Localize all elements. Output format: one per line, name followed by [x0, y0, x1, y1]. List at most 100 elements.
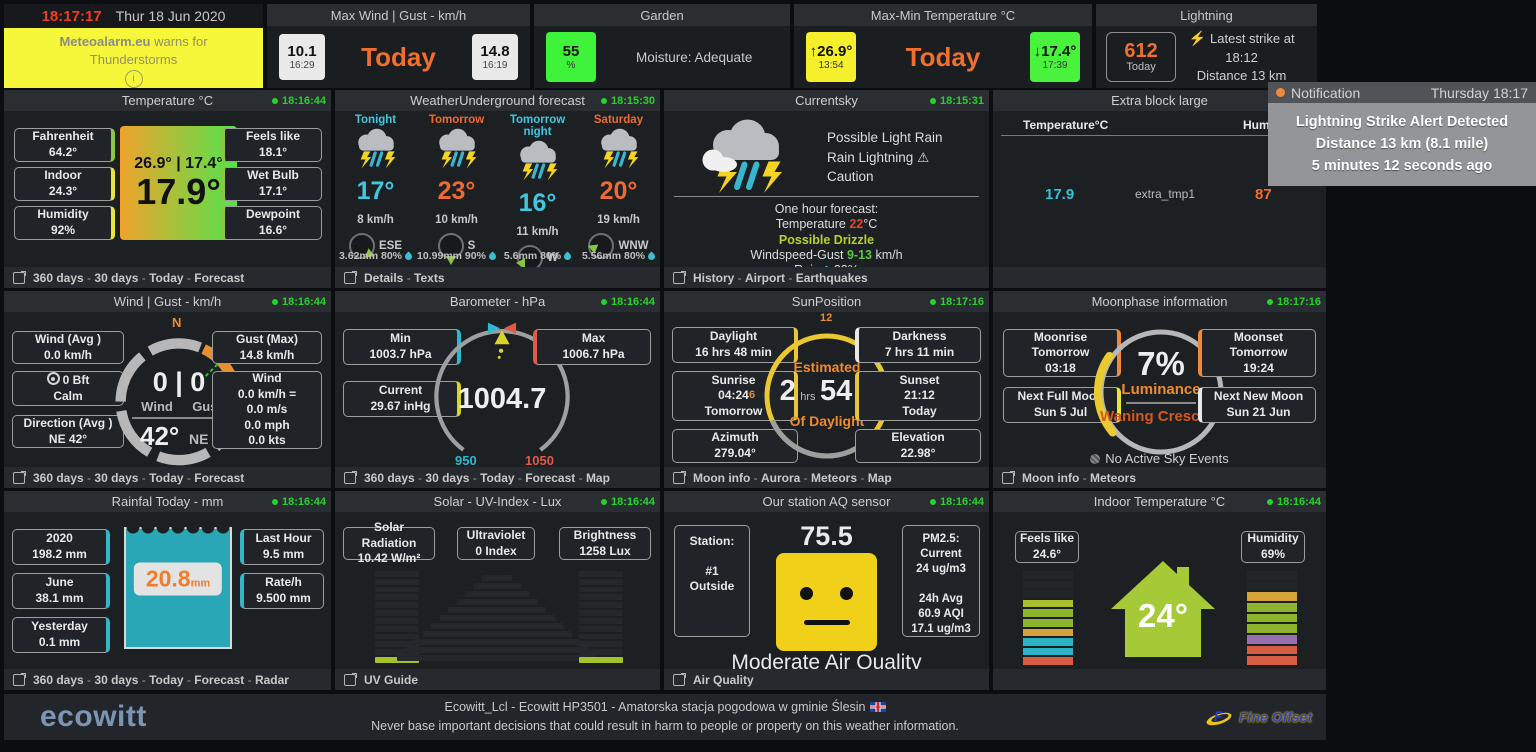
external-link-icon[interactable] [1002, 472, 1014, 484]
external-link-icon[interactable] [344, 472, 356, 484]
aq-panel: Our station AQ sensor 18:16:44 Station:#… [664, 491, 989, 690]
footer-link[interactable]: 30 days [94, 673, 138, 687]
rain-today-readout: 20.8mm [134, 562, 222, 595]
footer-text: Ecowitt_Lcl - Ecowitt HP3501 - Amatorska… [4, 698, 1326, 737]
live-dot [272, 98, 278, 104]
stat-moonset: MoonsetTomorrow 19:24 [1198, 329, 1316, 377]
moon-timestamp: 18:17:16 [1267, 291, 1321, 312]
external-link-icon[interactable] [13, 472, 25, 484]
external-link-icon[interactable] [13, 272, 25, 284]
footer-link[interactable]: Map [586, 471, 610, 485]
stat-elevation: Elevation22.98° [855, 429, 981, 463]
barometer-footer: 360 days - 30 days - Today - Forecast - … [335, 467, 660, 488]
min-temp-time: 17:39 [1042, 60, 1067, 71]
footer-link[interactable]: Today [149, 271, 183, 285]
alert-text: Meteoalarm.eu warns for [4, 33, 263, 51]
forecast-col-tomorrow: Tomorrow 23° 10 km/h S [416, 114, 497, 259]
footer-link[interactable]: Map [868, 471, 892, 485]
notification-title: Notification [1291, 85, 1425, 101]
stat-pm25: PM2.5:Current 24 ug/m3 24h Avg 60.9 AQI … [902, 525, 980, 637]
indoor-timestamp: 18:16:44 [1267, 491, 1321, 512]
solar-timestamp: 18:16:44 [601, 491, 655, 512]
currentsky-footer: History - Airport - Earthquakes [664, 267, 989, 288]
bar-segment [1023, 619, 1073, 627]
footer-link[interactable]: Forecast [194, 673, 244, 687]
droplet-icon [647, 251, 657, 261]
solar-footer: UV Guide [335, 669, 660, 690]
forecast-wind: 8 km/h [335, 214, 416, 226]
footer-link[interactable]: 30 days [94, 471, 138, 485]
footer-link[interactable]: History [693, 271, 734, 285]
notification-popup[interactable]: Notification Thursday 18:17 Lightning St… [1268, 82, 1536, 186]
stat-darkness: Darkness7 hrs 11 min [855, 327, 981, 363]
extra-temp-value: 17.9 [1045, 186, 1074, 203]
footer-link[interactable]: Forecast [194, 471, 244, 485]
footer-link[interactable]: 30 days [425, 471, 469, 485]
footer-link-separator: - [184, 673, 195, 687]
footer-link[interactable]: Today [149, 673, 183, 687]
sky-events-status: No Active Sky Events [993, 451, 1326, 466]
bar-segment [1023, 571, 1073, 579]
wind-timestamp: 18:16:44 [272, 291, 326, 312]
live-dot [272, 299, 278, 305]
footer-link[interactable]: Earthquakes [796, 271, 868, 285]
footer-link[interactable]: Texts [414, 271, 444, 285]
footer-link[interactable]: 360 days [33, 471, 84, 485]
footer-link[interactable]: Meteors [1090, 471, 1136, 485]
solar-title: Solar - UV-Index - Lux [434, 494, 562, 509]
live-dot [601, 299, 607, 305]
footer-link[interactable]: Today [149, 471, 183, 485]
footer-link[interactable]: Meteors [811, 471, 857, 485]
external-link-icon[interactable] [673, 472, 685, 484]
footer-link[interactable]: Forecast [525, 471, 575, 485]
wind-cardinal: NE [189, 431, 208, 447]
storm-icon [428, 128, 486, 170]
forecast-col-tomorrow-night: Tomorrow night 16° 11 km/h W [497, 114, 578, 271]
moon-luminance-pct: 7% [1116, 345, 1206, 383]
footer-link[interactable]: 30 days [94, 271, 138, 285]
footer-link[interactable]: UV Guide [364, 673, 418, 687]
soil-moisture-unit: % [567, 60, 576, 71]
gust-range-value: 9-13 [847, 248, 872, 262]
pyramid-segment [457, 599, 538, 605]
fine-offset-logo[interactable]: F Fine Offset [1204, 706, 1312, 728]
footer-link[interactable]: Forecast [194, 271, 244, 285]
external-link-icon[interactable] [344, 674, 356, 686]
uk-flag-icon[interactable] [870, 702, 886, 712]
bar-segment [579, 610, 623, 616]
footer-link[interactable]: Air Quality [693, 673, 754, 687]
footer-link[interactable]: Moon info [1022, 471, 1079, 485]
footer-link[interactable]: 360 days [33, 673, 84, 687]
meteoalarm-banner[interactable]: Meteoalarm.eu warns for Thunderstorms i [4, 28, 263, 88]
forecast-precip: 3.62mm 80% [335, 250, 416, 262]
notification-time: Thursday 18:17 [1431, 85, 1528, 101]
footer-link[interactable]: Airport [745, 271, 785, 285]
storm-cloud-icon [692, 118, 800, 201]
extra-humidity-value: 87 [1255, 186, 1272, 203]
temperature-title: Temperature °C [122, 93, 213, 108]
pyramid-segment [482, 575, 512, 581]
footer-link[interactable]: Radar [255, 673, 289, 687]
pyramid-segment [406, 647, 589, 653]
bar-segment [1247, 614, 1297, 623]
info-icon[interactable]: i [125, 70, 143, 88]
footer-link[interactable]: Moon info [693, 471, 750, 485]
external-link-icon[interactable] [13, 674, 25, 686]
external-link-icon[interactable] [673, 272, 685, 284]
soil-moisture-value: 55 [563, 43, 580, 60]
footer-link[interactable]: Aurora [761, 471, 800, 485]
bar-segment [1023, 638, 1073, 646]
sun-timestamp: 18:17:16 [930, 291, 984, 312]
aq-timestamp: 18:16:44 [930, 491, 984, 512]
external-link-icon[interactable] [344, 272, 356, 284]
footer-link[interactable]: Details [364, 271, 403, 285]
footer-link[interactable]: 360 days [364, 471, 415, 485]
moisture-status: Moisture: Adequate [636, 50, 752, 65]
storm-icon [347, 128, 405, 170]
footer-link[interactable]: Today [480, 471, 514, 485]
bar-segment [579, 641, 623, 647]
max-temp-value: ↑26.9° [810, 43, 853, 60]
footer-link[interactable]: 360 days [33, 271, 84, 285]
external-link-icon[interactable] [673, 674, 685, 686]
page-footer: ecowitt Ecowitt_Lcl - Ecowitt HP3501 - A… [4, 694, 1326, 740]
